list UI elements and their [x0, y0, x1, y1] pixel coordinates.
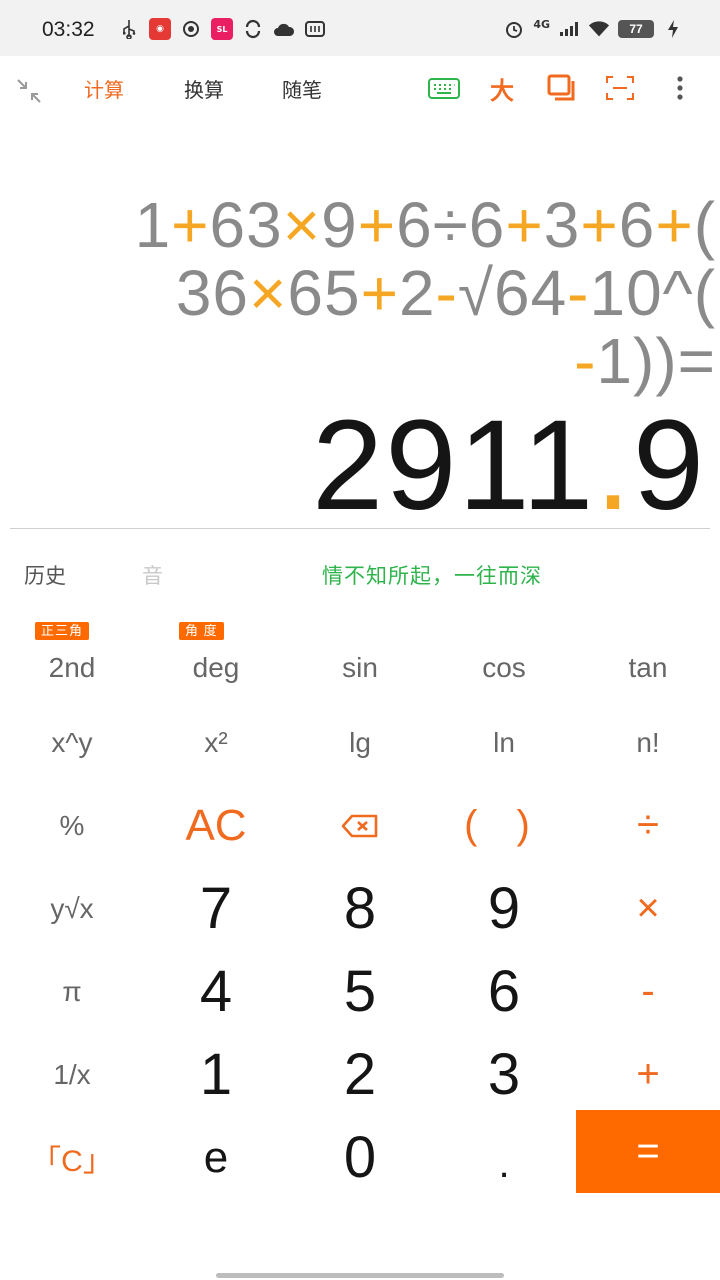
- key-sin[interactable]: sin: [288, 618, 432, 701]
- key-subtract[interactable]: -: [576, 950, 720, 1033]
- key-all-clear[interactable]: AC: [144, 784, 288, 867]
- tab-notes[interactable]: 随笔: [282, 74, 322, 103]
- key-add[interactable]: +: [576, 1033, 720, 1116]
- key-e[interactable]: e: [144, 1116, 288, 1199]
- slogan-text: 情不知所起，一往而深: [322, 564, 542, 588]
- scan-icon[interactable]: [600, 68, 640, 108]
- key-multiply[interactable]: ×: [576, 867, 720, 950]
- key-divide[interactable]: ÷: [576, 784, 720, 867]
- floating-window-icon[interactable]: [542, 68, 582, 108]
- history-button[interactable]: 历史: [24, 560, 66, 590]
- key-9[interactable]: 9: [432, 867, 576, 950]
- key-1[interactable]: 1: [144, 1033, 288, 1116]
- key-2[interactable]: 2: [288, 1033, 432, 1116]
- weibo-icon: [304, 18, 326, 40]
- result-display: 2911.9: [312, 392, 706, 539]
- key-nth-root[interactable]: y√x: [0, 867, 144, 950]
- more-options-icon[interactable]: [660, 68, 700, 108]
- backspace-icon: [341, 803, 379, 848]
- key-decimal[interactable]: .: [432, 1116, 576, 1199]
- wifi-icon: [588, 18, 610, 40]
- usb-icon: [118, 18, 140, 40]
- expression-line-1: 1+63×9+6÷6+3+6+(: [134, 189, 716, 261]
- key-0[interactable]: 0: [288, 1116, 432, 1199]
- key-6[interactable]: 6: [432, 950, 576, 1033]
- expression-line-3: -1))=: [574, 325, 716, 397]
- status-icons-left: ◉ SL: [118, 16, 326, 42]
- app-pink-icon: SL: [211, 18, 233, 40]
- display-divider: [10, 528, 710, 529]
- key-5[interactable]: 5: [288, 950, 432, 1033]
- key-2nd[interactable]: 正三角 2nd: [0, 618, 144, 701]
- status-time: 03:32: [42, 18, 95, 41]
- key-reciprocal[interactable]: 1/x: [0, 1033, 144, 1116]
- app-toolbar: 计算 换算 随笔 大: [0, 56, 720, 120]
- network-type: 4G: [533, 17, 550, 31]
- key-cos[interactable]: cos: [432, 618, 576, 701]
- key-deg[interactable]: 角 度 deg: [144, 618, 288, 701]
- result-decimal-point: .: [595, 394, 633, 537]
- key-equals[interactable]: =: [576, 1110, 720, 1193]
- key-ln[interactable]: ln: [432, 701, 576, 784]
- key-tan[interactable]: tan: [576, 618, 720, 701]
- tab-calculate[interactable]: 计算: [84, 74, 124, 103]
- loop-icon: [242, 18, 264, 40]
- signal-icon: [558, 18, 580, 40]
- result-integer: 2911: [312, 394, 596, 537]
- key-8[interactable]: 8: [288, 867, 432, 950]
- home-indicator[interactable]: [216, 1273, 504, 1278]
- key-backspace[interactable]: [288, 784, 432, 867]
- battery-indicator: 77: [618, 20, 654, 38]
- alarm-icon: [503, 18, 525, 40]
- badge-trig: 正三角: [35, 622, 90, 640]
- expression-line-2: 36×65+2-√64-10^(: [175, 257, 716, 329]
- key-pi[interactable]: π: [0, 950, 144, 1033]
- cloud-icon: [273, 18, 295, 40]
- big-text-button[interactable]: 大: [482, 68, 522, 108]
- keyboard-icon[interactable]: [424, 68, 464, 108]
- sync-icon: [180, 18, 202, 40]
- key-percent[interactable]: %: [0, 784, 144, 867]
- status-icons-right: 4G 77: [503, 16, 684, 42]
- key-lg[interactable]: lg: [288, 701, 432, 784]
- tab-convert[interactable]: 换算: [184, 74, 224, 103]
- key-7[interactable]: 7: [144, 867, 288, 950]
- sound-toggle[interactable]: 音: [142, 560, 163, 590]
- badge-angle: 角 度: [179, 622, 224, 640]
- key-power[interactable]: x^y: [0, 701, 144, 784]
- key-square[interactable]: x²: [144, 701, 288, 784]
- app-badge-icon: ◉: [149, 18, 171, 40]
- key-clear-entry[interactable]: 「C」: [0, 1116, 144, 1199]
- charging-icon: [662, 18, 684, 40]
- status-bar: 03:32 ◉ SL 4G 77: [0, 0, 720, 56]
- collapse-icon[interactable]: [14, 76, 44, 106]
- key-4[interactable]: 4: [144, 950, 288, 1033]
- key-3[interactable]: 3: [432, 1033, 576, 1116]
- key-factorial[interactable]: n!: [576, 701, 720, 784]
- result-fraction: 9: [632, 394, 706, 537]
- key-parentheses[interactable]: ( ): [432, 784, 576, 867]
